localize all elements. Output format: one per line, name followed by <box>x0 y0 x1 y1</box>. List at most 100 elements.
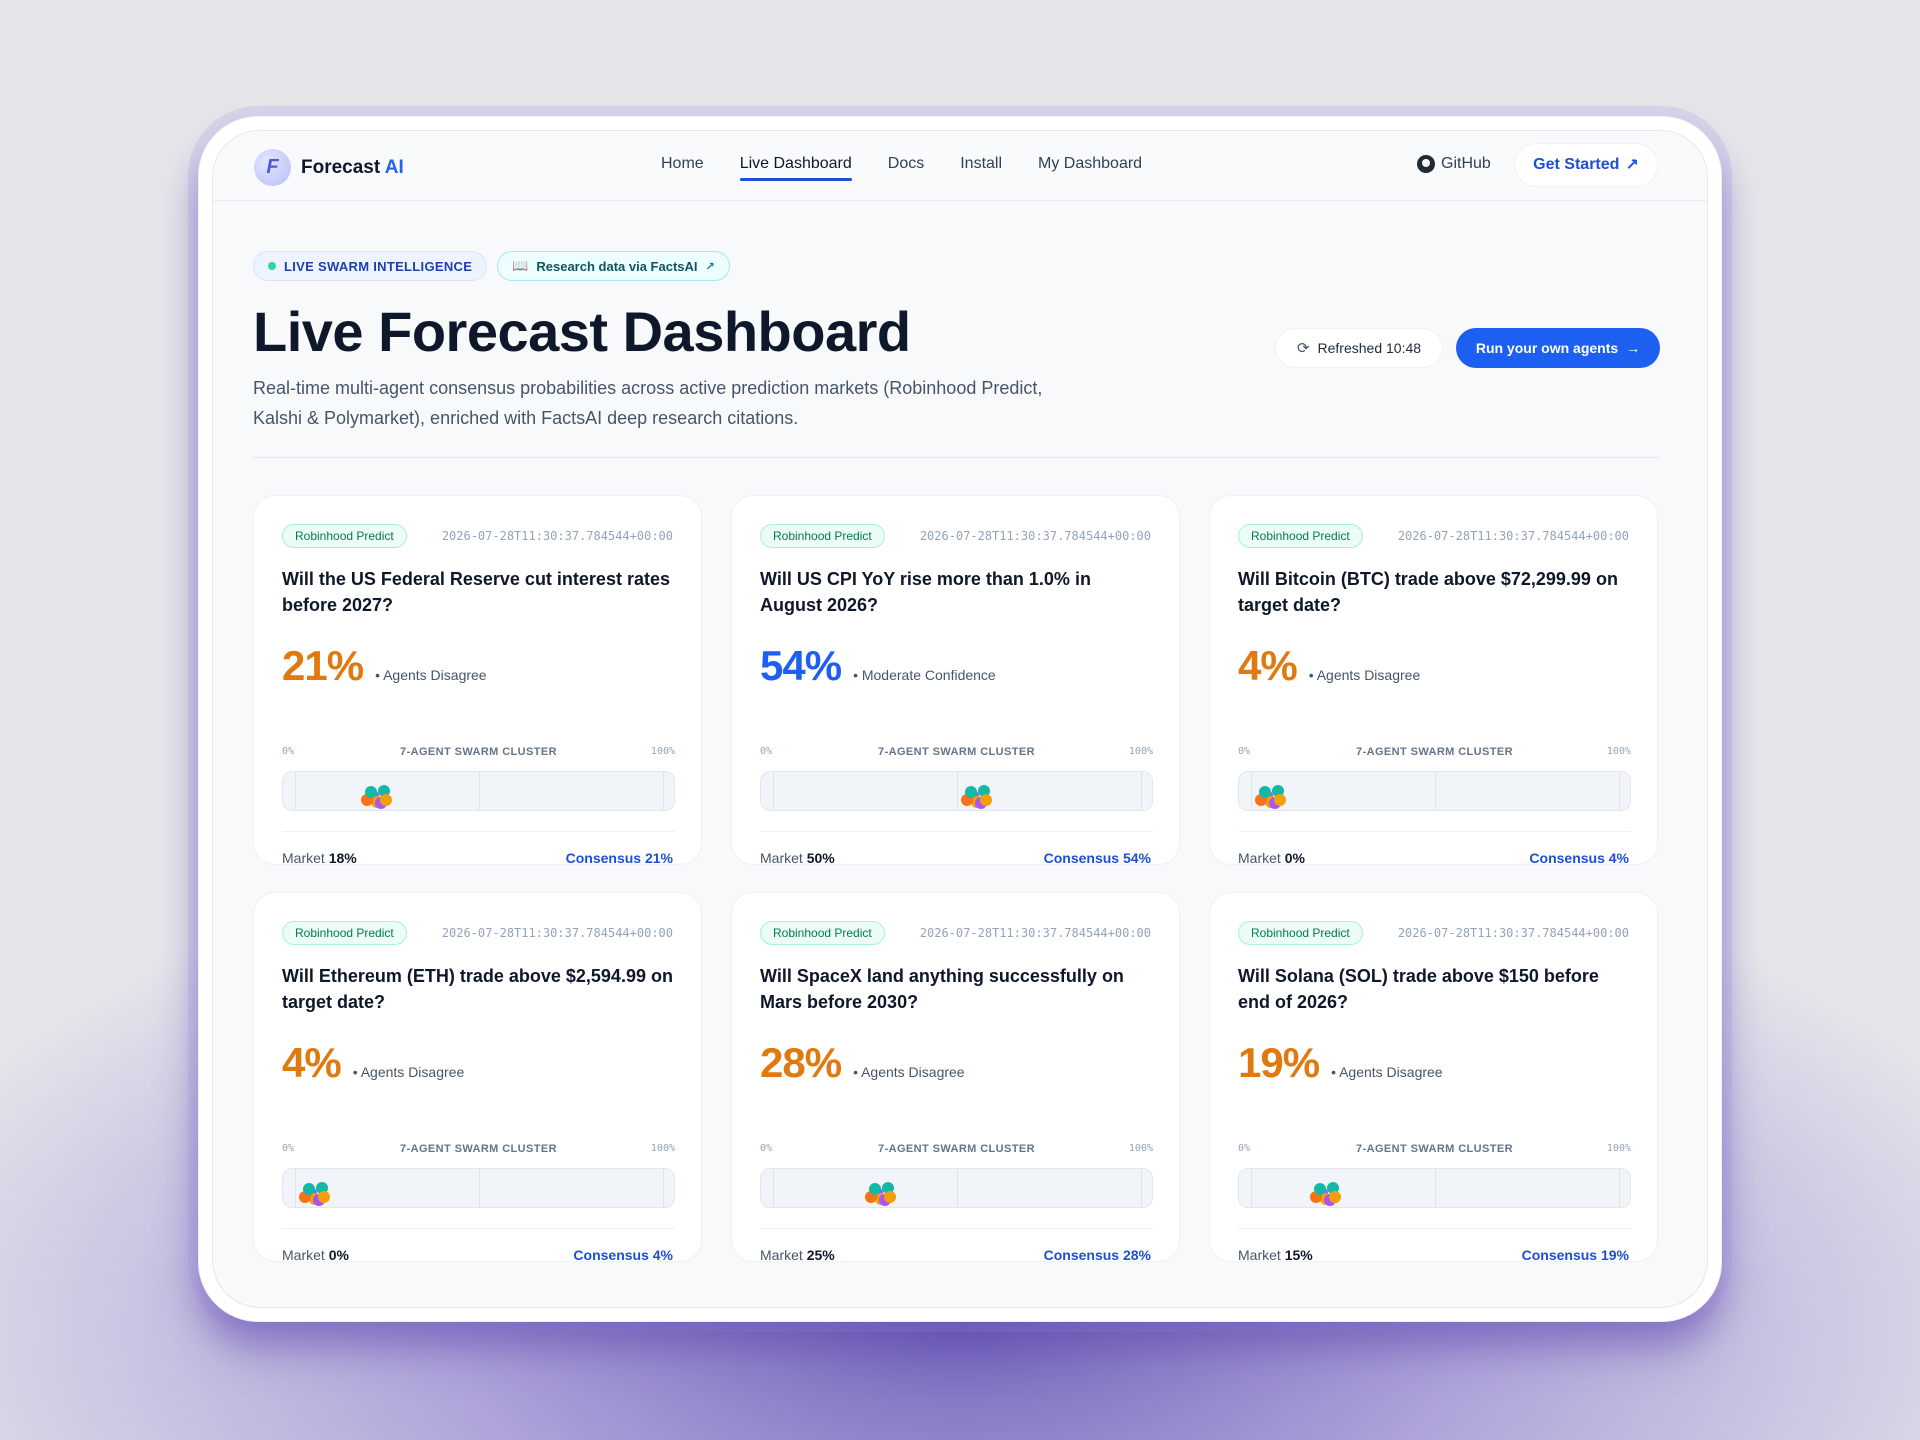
nav-link-install[interactable]: Install <box>960 155 1002 181</box>
agent-dot <box>1314 1183 1327 1195</box>
source-badge: Robinhood Predict <box>760 524 885 548</box>
consensus-probability: 4% <box>282 1039 342 1086</box>
market-question: Will Ethereum (ETH) trade above $2,594.9… <box>282 966 673 1012</box>
agent-swarm-cluster <box>959 782 993 809</box>
agent-swarm-cluster <box>359 782 393 809</box>
nav-link-docs[interactable]: Docs <box>888 155 924 181</box>
device-frame: F Forecast AI Home Live Dashboard Docs I… <box>198 116 1722 1322</box>
agent-swarm-cluster <box>297 1179 331 1206</box>
market-question: Will Bitcoin (BTC) trade above $72,299.9… <box>1238 569 1618 615</box>
nav-link-home[interactable]: Home <box>661 155 704 181</box>
confidence-label: • Moderate Confidence <box>853 667 996 683</box>
nav-link-live-dashboard[interactable]: Live Dashboard <box>739 155 852 181</box>
forecast-card[interactable]: Robinhood Predict 2026-07-28T11:30:37.784… <box>1209 892 1658 1263</box>
track-tick <box>773 1169 774 1207</box>
track-tick <box>479 772 480 810</box>
card-timestamp: 2026-07-28T11:30:37.784544+00:00 <box>1397 529 1629 543</box>
top-navigation: F Forecast AI Home Live Dashboard Docs I… <box>213 131 1707 201</box>
card-body: Robinhood Predict 2026-07-28T11:30:37.784… <box>760 524 1153 866</box>
source-badge: Robinhood Predict <box>1238 524 1363 548</box>
consensus-probability: 19% <box>1238 1039 1320 1086</box>
run-agents-button[interactable]: Run your own agents → <box>1456 328 1660 368</box>
card-body: Robinhood Predict 2026-07-28T11:30:37.784… <box>760 921 1153 1263</box>
forecast-card[interactable]: Robinhood Predict 2026-07-28T11:30:37.784… <box>253 495 702 866</box>
track-tick <box>957 1169 958 1207</box>
confidence-label: • Agents Disagree <box>352 1064 465 1080</box>
confidence-label: • Agents Disagree <box>853 1064 965 1080</box>
agent-dot <box>380 794 393 806</box>
track-tick <box>1141 772 1142 810</box>
card-body: Robinhood Predict 2026-07-28T11:30:37.784… <box>1238 921 1631 1263</box>
arrow-right-icon: → <box>1626 340 1641 356</box>
source-badge: Robinhood Predict <box>282 921 407 945</box>
scale-max-label: 100% <box>650 1143 675 1154</box>
agent-swarm-cluster <box>1253 782 1287 809</box>
section-divider <box>253 457 1659 458</box>
agent-dot <box>980 794 993 806</box>
cluster-scale: 0% 7-AGENT SWARM CLUSTER 100% <box>1238 746 1631 760</box>
research-data-link[interactable]: 📖 Research data via FactsAI ↗ <box>497 251 730 281</box>
scale-max-label: 100% <box>1128 746 1153 757</box>
agent-dot <box>317 1191 330 1203</box>
source-badge: Robinhood Predict <box>760 921 885 945</box>
consensus-probability: 28% <box>760 1039 842 1086</box>
agent-dot <box>1329 1191 1342 1203</box>
forecast-card[interactable]: Robinhood Predict 2026-07-28T11:30:37.784… <box>253 892 702 1263</box>
swarm-cluster-track <box>1238 771 1631 811</box>
probability-row: 4% • Agents Disagree <box>1238 642 1420 690</box>
swarm-cluster-track <box>760 771 1153 811</box>
track-tick <box>1251 1169 1252 1207</box>
cluster-title: 7-AGENT SWARM CLUSTER <box>1356 746 1513 758</box>
scale-max-label: 100% <box>650 746 675 757</box>
agent-dot <box>1273 794 1286 806</box>
nav-links: Home Live Dashboard Docs Install My Dash… <box>661 155 1142 181</box>
consensus-value: Consensus 21% <box>565 850 673 866</box>
card-divider <box>760 831 1153 832</box>
cluster-scale: 0% 7-AGENT SWARM CLUSTER 100% <box>760 746 1153 760</box>
source-badge: Robinhood Predict <box>1238 921 1363 945</box>
confidence-label: • Agents Disagree <box>1308 667 1421 683</box>
probability-row: 54% • Moderate Confidence <box>760 642 996 690</box>
github-icon <box>1417 155 1435 173</box>
card-timestamp: 2026-07-28T11:30:37.784544+00:00 <box>919 529 1151 543</box>
live-swarm-chip: LIVE SWARM INTELLIGENCE <box>253 251 488 281</box>
consensus-probability: 54% <box>760 642 842 689</box>
consensus-value: Consensus 19% <box>1521 1247 1629 1263</box>
track-tick <box>1435 1169 1436 1207</box>
forecast-card[interactable]: Robinhood Predict 2026-07-28T11:30:37.784… <box>731 892 1180 1263</box>
swarm-cluster-track <box>760 1168 1153 1208</box>
forecast-card[interactable]: Robinhood Predict 2026-07-28T11:30:37.784… <box>731 495 1180 866</box>
consensus-value: Consensus 28% <box>1043 1247 1151 1263</box>
forecast-card[interactable]: Robinhood Predict 2026-07-28T11:30:37.784… <box>1209 495 1658 866</box>
refresh-button[interactable]: ⟳ Refreshed 10:48 <box>1275 328 1443 368</box>
cluster-scale: 0% 7-AGENT SWARM CLUSTER 100% <box>1238 1143 1631 1157</box>
track-tick <box>957 772 958 810</box>
track-tick <box>1435 772 1436 810</box>
page-title: Live Forecast Dashboard <box>253 300 911 363</box>
agent-swarm-cluster <box>863 1179 897 1206</box>
card-body: Robinhood Predict 2026-07-28T11:30:37.784… <box>282 921 675 1263</box>
agent-dot <box>1258 786 1271 798</box>
forecast-logo-icon: F <box>254 149 291 186</box>
confidence-label: • Agents Disagree <box>1331 1064 1443 1080</box>
track-tick <box>1619 772 1620 810</box>
swarm-cluster-track <box>1238 1168 1631 1208</box>
card-timestamp: 2026-07-28T11:30:37.784544+00:00 <box>441 926 673 940</box>
card-divider <box>1238 831 1631 832</box>
cluster-title: 7-AGENT SWARM CLUSTER <box>400 1143 557 1155</box>
confidence-label: • Agents Disagree <box>375 667 487 683</box>
market-value: Market 15% <box>1238 1247 1313 1263</box>
get-started-button[interactable]: Get Started ↗ <box>1514 143 1658 187</box>
cluster-title: 7-AGENT SWARM CLUSTER <box>400 746 557 758</box>
nav-link-my-dashboard[interactable]: My Dashboard <box>1038 155 1142 181</box>
market-question: Will Solana (SOL) trade above $150 befor… <box>1238 966 1599 1012</box>
card-divider <box>1238 1228 1631 1229</box>
github-link[interactable]: GitHub <box>1417 155 1491 173</box>
github-label: GitHub <box>1441 155 1491 172</box>
card-divider <box>760 1228 1153 1229</box>
logo[interactable]: F Forecast AI <box>254 149 404 186</box>
market-value: Market 18% <box>282 850 357 866</box>
scale-max-label: 100% <box>1606 1143 1631 1154</box>
cluster-title: 7-AGENT SWARM CLUSTER <box>1356 1143 1513 1155</box>
refresh-icon: ⟳ <box>1296 340 1310 357</box>
